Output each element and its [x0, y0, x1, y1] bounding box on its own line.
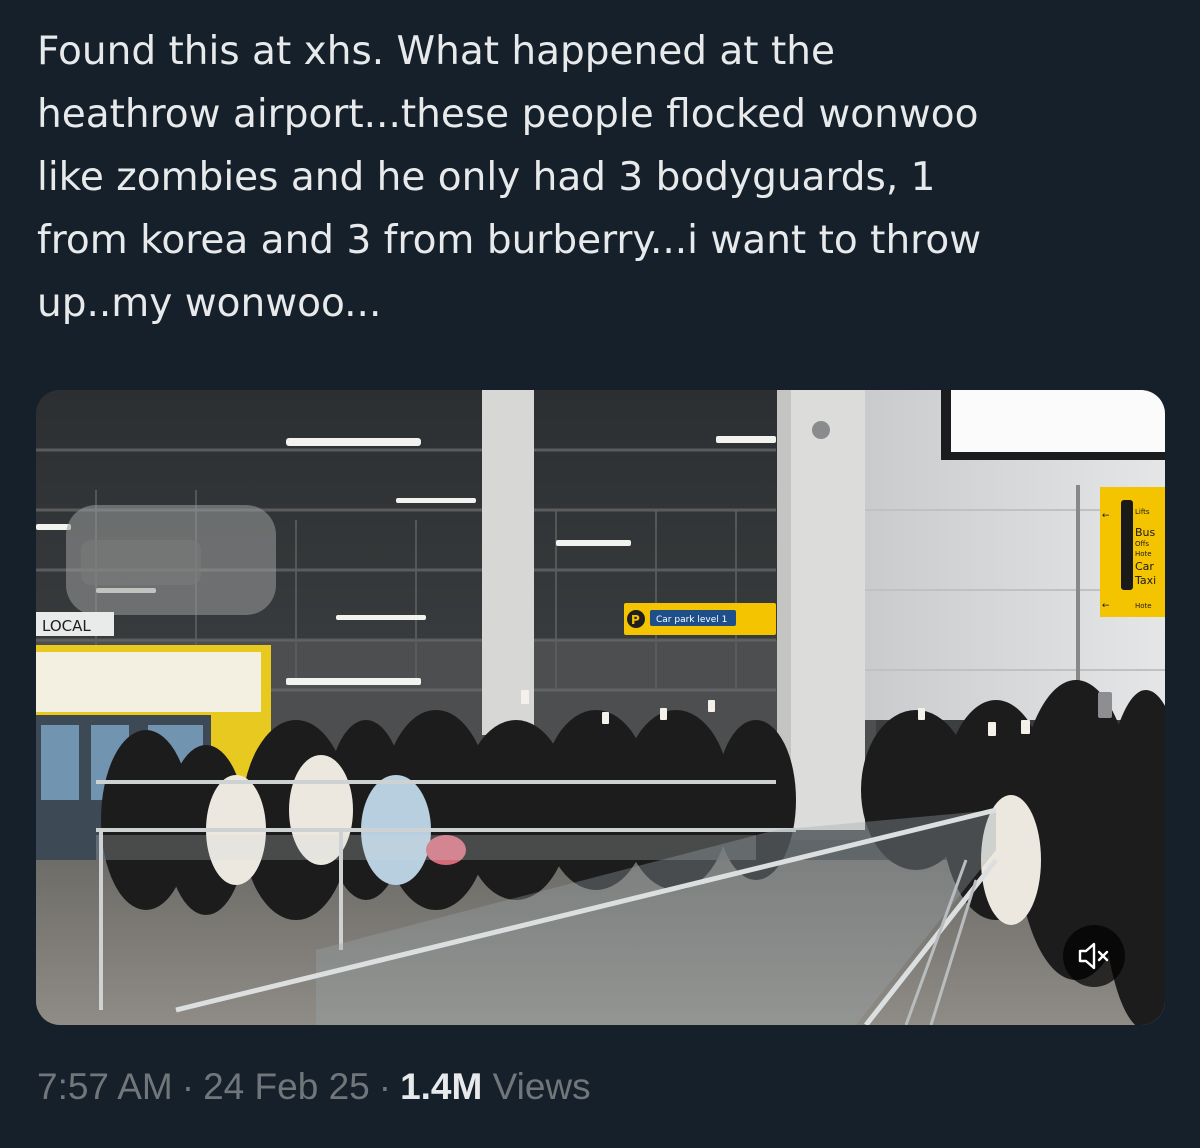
- mute-button[interactable]: [1063, 925, 1125, 987]
- parking-p: P: [631, 613, 640, 627]
- views-count[interactable]: 1.4M: [400, 1066, 482, 1107]
- svg-text:Lifts: Lifts: [1135, 508, 1150, 516]
- separator: ·: [378, 1066, 392, 1107]
- tweet-text: Found this at xhs. What happened at the …: [37, 29, 982, 326]
- tweet-time[interactable]: 7:57 AM: [37, 1066, 173, 1107]
- car-park-sign: Car park level 1: [656, 615, 727, 625]
- views-label: Views: [492, 1066, 591, 1107]
- tweet-meta: 7:57 AM · 24 Feb 25 · 1.4M Views: [37, 1066, 591, 1108]
- svg-text:←: ←: [1102, 511, 1110, 521]
- local-sign: LOCAL: [42, 617, 91, 635]
- airport-scene: LOCAL P Car park level 1 ← ← Lifts Bus O…: [36, 390, 1165, 1025]
- tweet-date[interactable]: 24 Feb 25: [203, 1066, 370, 1107]
- svg-text:Car: Car: [1135, 560, 1154, 573]
- svg-text:Offs: Offs: [1135, 540, 1149, 548]
- speaker-muted-icon: [1078, 942, 1109, 970]
- svg-text:Bus: Bus: [1135, 526, 1156, 539]
- svg-text:Hote: Hote: [1135, 550, 1152, 558]
- tweet-video[interactable]: LOCAL P Car park level 1 ← ← Lifts Bus O…: [36, 390, 1165, 1025]
- svg-text:←: ←: [1102, 601, 1110, 611]
- separator: ·: [181, 1066, 195, 1107]
- svg-text:Hote: Hote: [1135, 602, 1152, 610]
- svg-text:Taxi: Taxi: [1134, 574, 1156, 587]
